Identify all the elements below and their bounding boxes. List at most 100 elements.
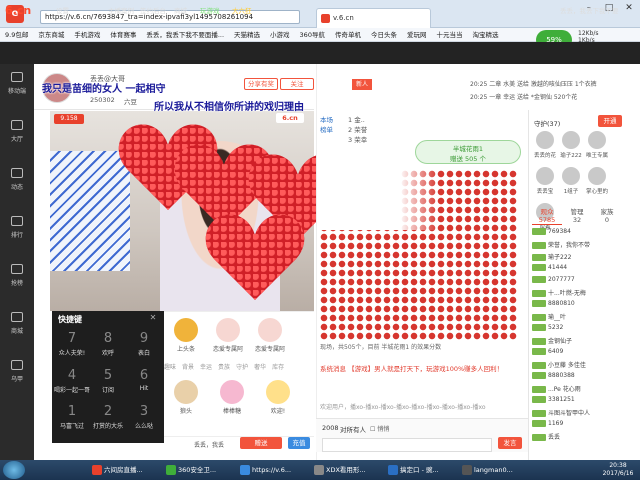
close-icon[interactable]: ✕ xyxy=(148,313,158,323)
shortcut-6[interactable]: 6 Hit xyxy=(126,367,162,401)
bookmark-item[interactable]: 体育赛事 xyxy=(105,28,141,41)
taskbar-item[interactable]: 六间房直播... xyxy=(90,462,160,478)
gift-welcome[interactable]: 欢迎! xyxy=(260,378,296,418)
guard-item[interactable]: 丢丢宝 xyxy=(532,166,558,202)
bookmark-item[interactable]: 十元当当 xyxy=(431,28,467,41)
audience-tab[interactable]: 管理 32 xyxy=(562,206,592,224)
shortcut-4[interactable]: 4 喝彩一起一哥 xyxy=(54,367,90,401)
guard-item[interactable]: 瑜子222 xyxy=(558,130,584,166)
address-bar[interactable]: https://v.6.cn/7693847_tra=index-ipvafi3… xyxy=(40,10,300,24)
bookmark-item[interactable]: 传奇单机 xyxy=(330,28,366,41)
guard-item[interactable]: 1组子 xyxy=(558,166,584,202)
audience-tab[interactable]: 家族 0 xyxy=(592,206,622,224)
gift-tab[interactable]: 守护 xyxy=(236,364,248,371)
user-row[interactable]: 十...叶燃-无梅 xyxy=(532,288,628,300)
gift-tab[interactable]: 库存 xyxy=(272,364,284,371)
bookmark-item[interactable]: 今日头条 xyxy=(366,28,402,41)
start-button[interactable] xyxy=(3,461,25,479)
whisper-checkbox[interactable]: ☐ 悄悄 xyxy=(370,424,389,433)
user-row[interactable]: 41444 xyxy=(532,264,628,276)
leftnav-shop[interactable]: 商城 xyxy=(0,312,34,352)
user-row[interactable]: 瑜子222 xyxy=(532,252,628,264)
gift-tab[interactable]: 奢华 xyxy=(254,364,266,371)
nav-shop[interactable]: 商城 xyxy=(174,0,187,22)
gift-headline[interactable]: 上头条 xyxy=(168,316,204,356)
rank-row[interactable]: 2 荣誉 xyxy=(348,124,528,134)
shortcut-9[interactable]: 9 表白 xyxy=(126,330,162,364)
gift-lollipop[interactable]: 棒棒糖 xyxy=(214,378,250,418)
shortcut-7[interactable]: 7 众人夫荣! xyxy=(54,330,90,364)
gift-tab[interactable]: 幸运 xyxy=(200,364,212,371)
gift-love-1[interactable]: 恋爱专属阿 xyxy=(210,316,246,356)
nav-cases[interactable]: 主播案例 xyxy=(108,0,134,22)
tab-v6[interactable]: v.6.cn xyxy=(316,8,431,28)
bookmark-item[interactable]: 天猫精选 xyxy=(229,28,265,41)
shortcut-2[interactable]: 2 打赏的大乐 xyxy=(90,403,126,437)
user-row[interactable]: 5232 xyxy=(532,324,628,336)
shortcut-5[interactable]: 5 订阅 xyxy=(90,367,126,401)
gift-tab[interactable]: 贵族 xyxy=(218,364,230,371)
gift-recipient[interactable]: 丢丢，我丢 xyxy=(194,440,224,449)
site-logo[interactable]: 6.cn xyxy=(5,3,33,19)
nav-settings[interactable]: 设置 xyxy=(56,0,69,22)
taskbar-item[interactable]: XDX看用形... xyxy=(312,462,382,478)
user-row[interactable]: 769384 xyxy=(532,228,628,240)
open-guard-button[interactable]: 开通 xyxy=(598,115,622,127)
gift-love-2[interactable]: 恋爱专属阿 xyxy=(252,316,288,356)
chat-input[interactable] xyxy=(322,438,492,452)
chat-send-button[interactable]: 发言 xyxy=(498,437,522,449)
user-row[interactable]: 斗图斗智甲中人 xyxy=(532,408,628,420)
share-button[interactable]: 分享有奖 xyxy=(244,78,278,90)
taskbar-item[interactable]: 360安全卫... xyxy=(164,462,234,478)
shortcut-8[interactable]: 8 欢呼 xyxy=(90,330,126,364)
user-name[interactable]: 丢丢，我丢下我不要 xyxy=(560,0,619,22)
leftnav-armor[interactable]: 乌甲 xyxy=(0,360,34,400)
leftnav-hall[interactable]: 大厅 xyxy=(0,120,34,160)
bookmark-item[interactable]: 手机游戏 xyxy=(69,28,105,41)
bookmark-item[interactable]: 京东商城 xyxy=(33,28,69,41)
user-row[interactable]: 1169 xyxy=(532,420,628,432)
nav-games[interactable]: 玩游戏 xyxy=(200,0,220,22)
user-row[interactable]: 6409 xyxy=(532,348,628,360)
user-row[interactable]: 2077777 xyxy=(532,276,628,288)
follow-button[interactable]: 关注 xyxy=(280,78,314,90)
leftnav-mobile[interactable]: 移动端 xyxy=(0,72,34,112)
bookmark-item[interactable]: 丢丢，我丢下我不要面播... xyxy=(141,28,229,41)
chat-target-select[interactable]: 对所有人 xyxy=(340,424,366,434)
user-row[interactable]: 小豆藤 多佳佳 xyxy=(532,360,628,372)
guard-item[interactable]: 掌心里的 xyxy=(584,166,610,202)
user-row[interactable]: 丢丢 xyxy=(532,432,628,444)
rank-row[interactable]: 1 金.. xyxy=(348,114,528,124)
audience-tab[interactable]: 观众 5785 xyxy=(532,206,562,225)
shortcut-3[interactable]: 3 么么哒 xyxy=(126,403,162,437)
gift-wolf[interactable]: 狼头 xyxy=(168,378,204,418)
tab-this-show[interactable]: 本场 xyxy=(320,114,350,124)
bookmark-item[interactable]: 爱玩网 xyxy=(402,28,432,41)
bookmark-item[interactable]: 360导航 xyxy=(295,28,330,41)
user-row[interactable]: 3381251 xyxy=(532,396,628,408)
gift-send-button[interactable]: 赠送 xyxy=(240,437,282,449)
recharge-button[interactable]: 充值 xyxy=(288,437,310,449)
guard-item[interactable]: 丢丢的花 xyxy=(532,130,558,166)
leftnav-dynamic[interactable]: 动态 xyxy=(0,168,34,208)
user-row[interactable]: 瑜__叶 xyxy=(532,312,628,324)
guard-item[interactable]: 唯王专属 xyxy=(584,130,610,166)
gift-tab[interactable]: 趣味 xyxy=(164,364,176,371)
bookmark-item[interactable]: 淘宝精选 xyxy=(467,28,503,41)
nav-backend[interactable]: 签约后台 xyxy=(140,0,166,22)
leftnav-grab[interactable]: 抢榜 xyxy=(0,264,34,304)
gift-tab[interactable]: 背景 xyxy=(182,364,194,371)
shortcut-1[interactable]: 1 马富飞过 xyxy=(54,403,90,437)
user-row[interactable]: 8880810 xyxy=(532,300,628,312)
bookmark-item[interactable]: 9.9包邮 xyxy=(0,28,33,41)
taskbar-item[interactable]: langman0... xyxy=(460,462,530,478)
nav-big6[interactable]: 大六狂 xyxy=(232,0,252,22)
tab-ranking[interactable]: 榜单 xyxy=(320,124,350,134)
taskbar-item[interactable]: https://v.6... xyxy=(238,462,308,478)
close-icon[interactable]: ✕ xyxy=(620,2,638,14)
bookmark-item[interactable]: 小游戏 xyxy=(265,28,295,41)
user-row[interactable]: ...Pe 花心雨 xyxy=(532,384,628,396)
taskbar-item[interactable]: 搞定口 - 豌... xyxy=(386,462,456,478)
user-row[interactable]: 荣誉，我你不带 xyxy=(532,240,628,252)
leftnav-rank[interactable]: 排行 xyxy=(0,216,34,256)
